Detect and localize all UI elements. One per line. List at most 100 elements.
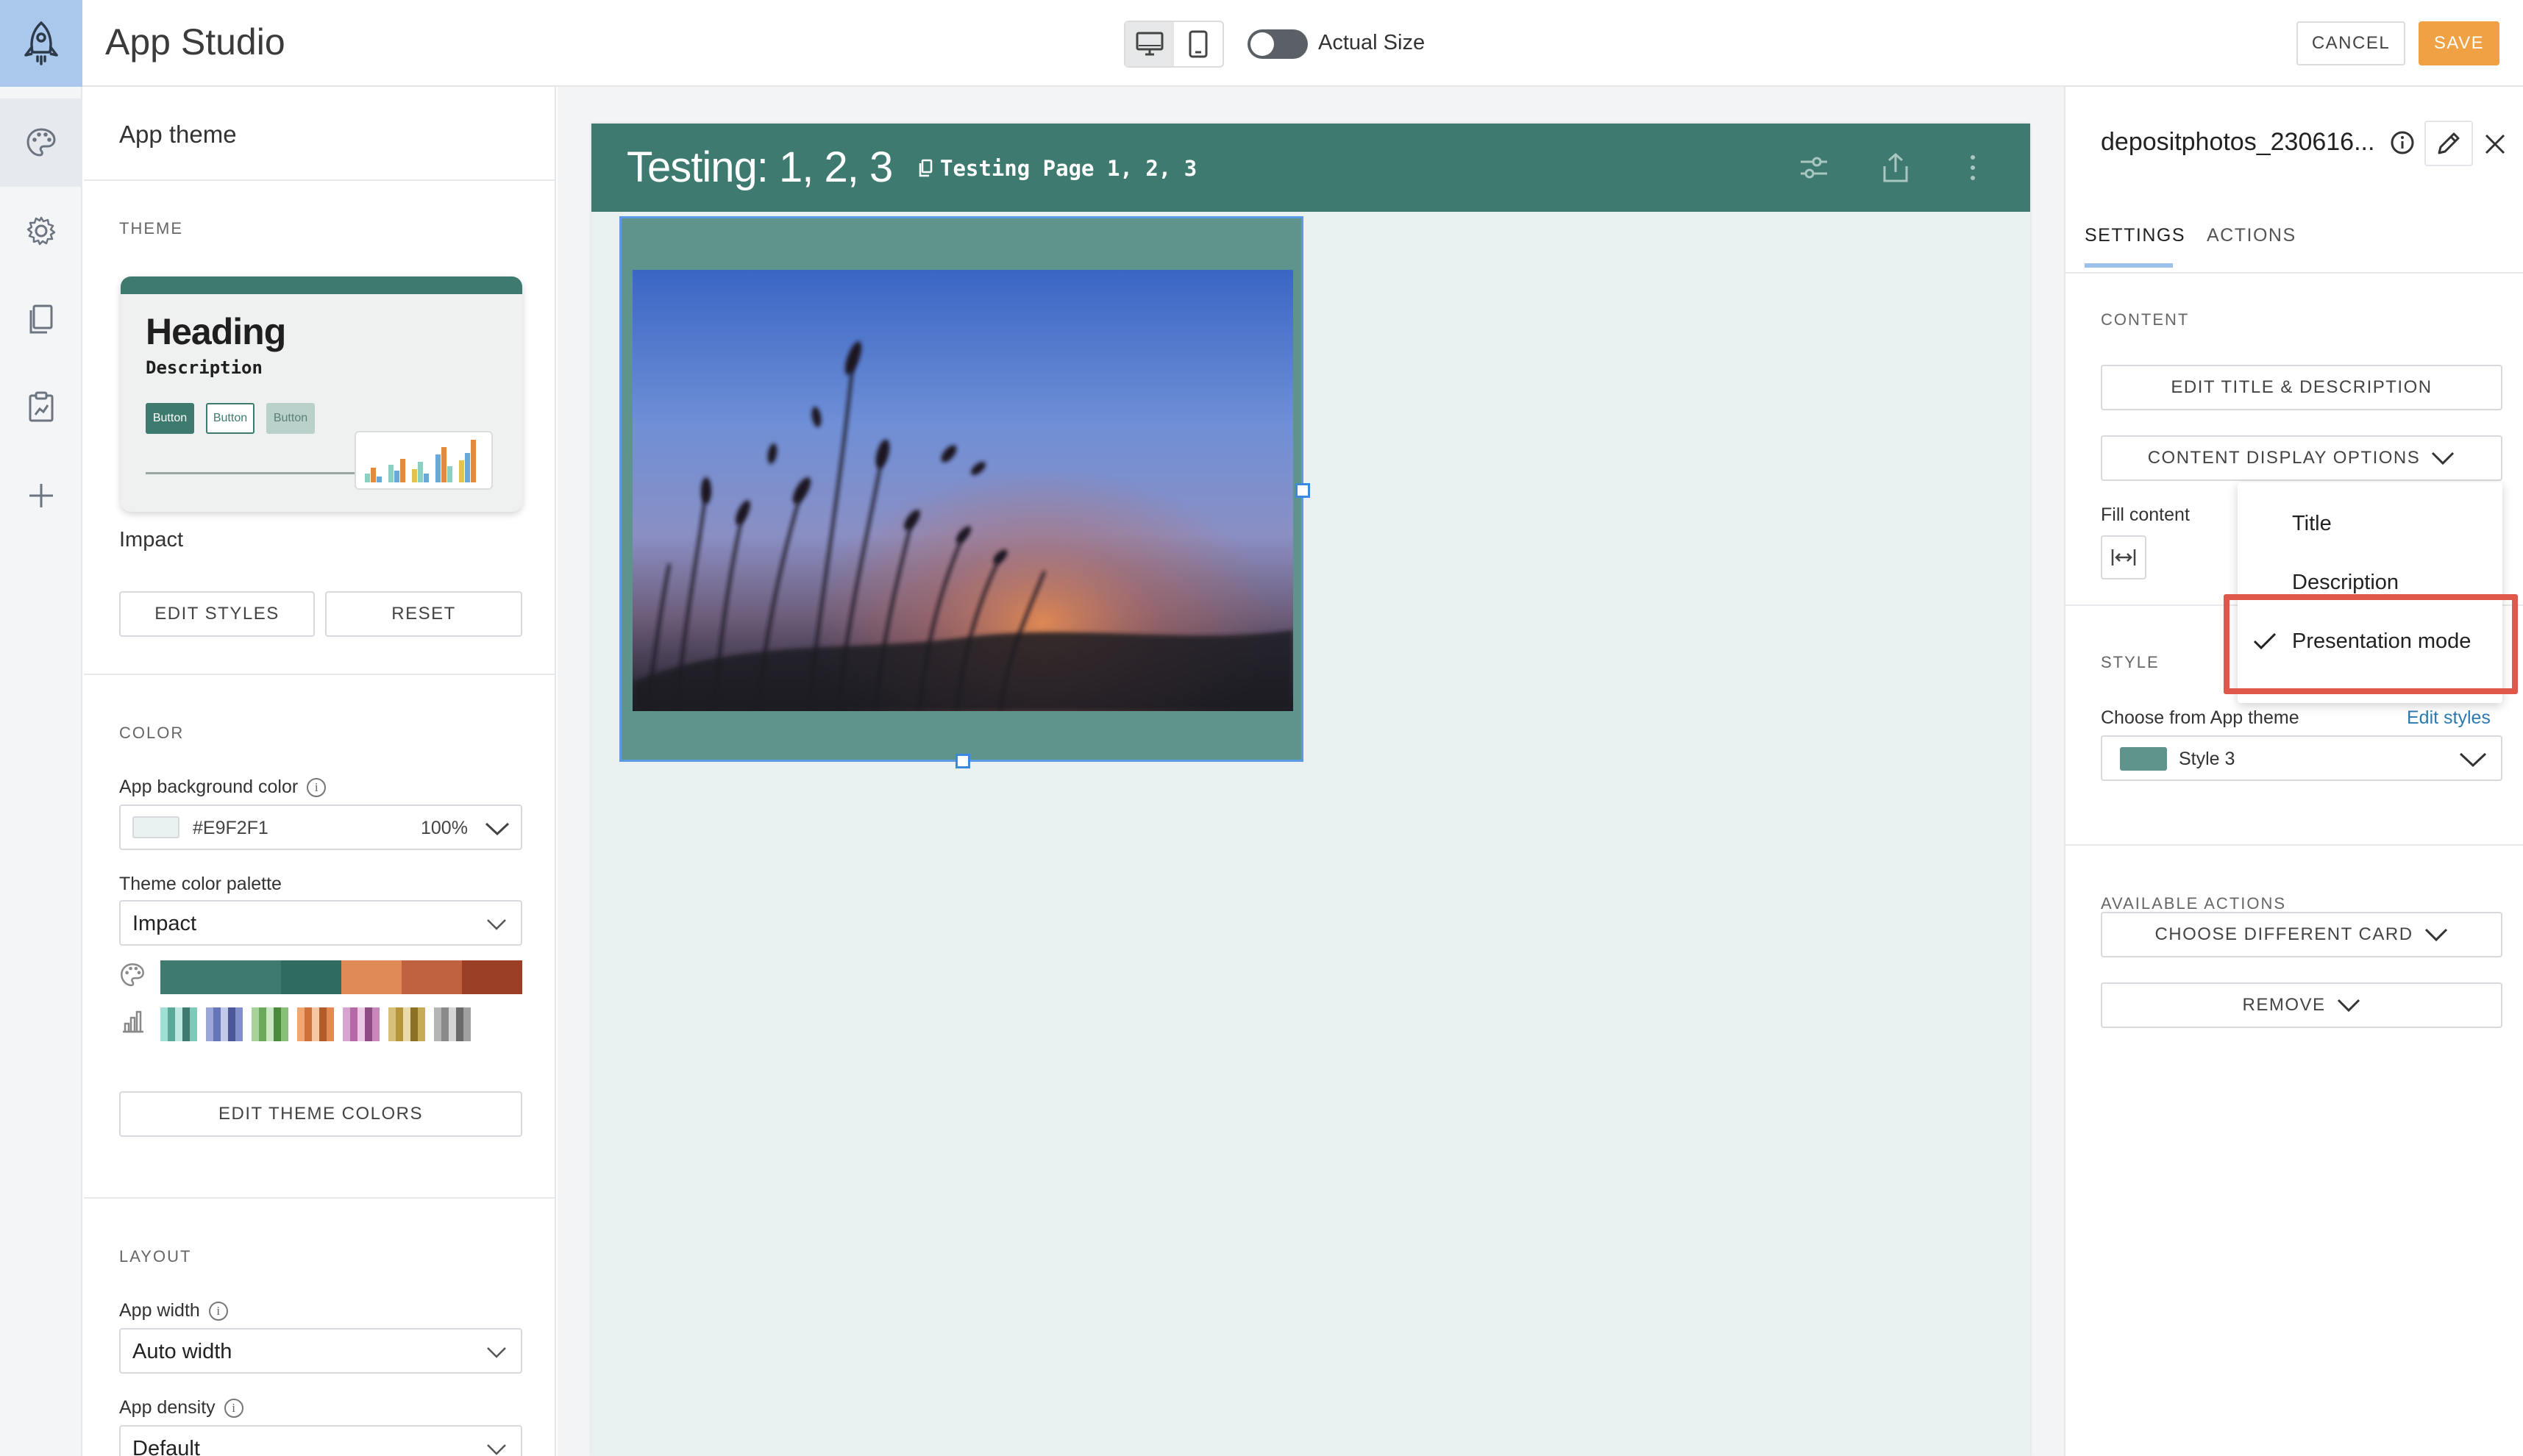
rail-item-pages[interactable]: [0, 275, 82, 363]
image-card[interactable]: [619, 216, 1310, 768]
color-swatch[interactable]: [462, 960, 522, 994]
copy-icon: [919, 159, 933, 177]
clipboard-chart-icon: [29, 391, 54, 422]
tab-actions[interactable]: ACTIONS: [2207, 225, 2296, 246]
info-icon[interactable]: i: [208, 1302, 228, 1321]
actual-size-toggle[interactable]: [1248, 29, 1308, 59]
resize-handle-right[interactable]: [1295, 483, 1310, 498]
close-icon: [2485, 134, 2505, 154]
edit-title-button[interactable]: [2424, 121, 2473, 166]
content-display-options-button[interactable]: CONTENT DISPLAY OPTIONS: [2101, 435, 2502, 481]
highlight-annotation: [2224, 594, 2518, 694]
color-swatch[interactable]: [341, 960, 402, 994]
rail-item-reports[interactable]: [0, 363, 82, 452]
theme-preview-description: Description: [146, 357, 263, 378]
app-width-select[interactable]: Auto width: [119, 1328, 522, 1374]
edit-title-description-button[interactable]: EDIT TITLE & DESCRIPTION: [2101, 365, 2502, 410]
palette-select[interactable]: Impact: [119, 900, 522, 946]
remove-button[interactable]: REMOVE: [2101, 982, 2502, 1028]
theme-preview-button-outline: Button: [206, 403, 255, 434]
divider: [84, 1197, 555, 1199]
color-swatch[interactable]: [221, 960, 281, 994]
bg-color-value: #E9F2F1: [193, 818, 268, 838]
choose-different-card-button[interactable]: CHOOSE DIFFERENT CARD: [2101, 912, 2502, 957]
page-subtitle[interactable]: Testing Page 1, 2, 3: [918, 156, 1197, 181]
divider: [84, 674, 555, 675]
reset-button[interactable]: RESET: [325, 591, 522, 637]
chevron-down-icon: [2459, 752, 2487, 768]
app-density-select[interactable]: Default: [119, 1425, 522, 1456]
rail-item-theme[interactable]: [0, 99, 82, 187]
theme-section-label: THEME: [119, 219, 183, 238]
theme-name: Impact: [119, 528, 184, 552]
edit-styles-button[interactable]: EDIT STYLES: [119, 591, 315, 637]
card-title: depositphotos_230616...: [2101, 128, 2375, 156]
chevron-down-icon: [2432, 452, 2455, 465]
theme-preview-card[interactable]: Heading Description Button Button Button: [121, 276, 522, 512]
mobile-icon: [1189, 30, 1208, 58]
more-vertical-icon[interactable]: [1965, 151, 1980, 184]
app-width-label-text: App width: [119, 1300, 200, 1321]
remove-label: REMOVE: [2242, 995, 2326, 1015]
bg-color-label: App background color i: [119, 777, 327, 798]
theme-color-swatches[interactable]: [160, 960, 522, 994]
filter-sliders-icon[interactable]: [1798, 151, 1830, 184]
app-density-value: Default: [132, 1437, 200, 1456]
rail-item-add[interactable]: [0, 452, 82, 540]
tab-settings[interactable]: SETTINGS: [2085, 225, 2185, 246]
theme-preview-line: [146, 472, 359, 474]
app-root: App Studio Actual Size CANCEL SAVE App t…: [0, 0, 2523, 1456]
app-width-value: Auto width: [132, 1340, 232, 1363]
save-button[interactable]: SAVE: [2419, 21, 2499, 65]
rail-item-settings[interactable]: [0, 187, 82, 275]
desktop-icon: [1136, 32, 1164, 56]
color-swatch[interactable]: [281, 960, 341, 994]
theme-preview-header: [121, 276, 522, 294]
theme-panel-title: App theme: [119, 121, 237, 148]
theme-panel: App theme THEME Heading Description Butt…: [84, 87, 556, 1456]
edit-styles-link[interactable]: Edit styles: [2407, 707, 2491, 729]
divider: [2065, 272, 2523, 274]
chevron-down-icon: [485, 822, 510, 836]
color-swatch[interactable]: [402, 960, 462, 994]
pages-icon: [29, 304, 53, 334]
app-title: App Studio: [105, 21, 285, 63]
fill-content-button[interactable]: [2101, 535, 2146, 579]
page-subtitle-text: Testing Page 1, 2, 3: [940, 156, 1198, 181]
grass-sunset-photo: [633, 270, 1293, 711]
cancel-button[interactable]: CANCEL: [2296, 21, 2405, 65]
left-rail: [0, 87, 82, 1456]
bg-color-field[interactable]: #E9F2F1 100%: [119, 804, 522, 850]
desktop-view-button[interactable]: [1125, 22, 1174, 66]
fit-width-icon: [2111, 549, 2136, 565]
divider: [2065, 844, 2523, 846]
chart-color-swatches[interactable]: [160, 1007, 522, 1041]
share-icon[interactable]: [1880, 151, 1911, 184]
resize-handle-bottom[interactable]: [956, 754, 970, 768]
info-icon[interactable]: i: [224, 1399, 243, 1418]
chevron-down-icon: [487, 919, 506, 930]
app-page: Testing: 1, 2, 3 Testing Page 1, 2, 3: [591, 124, 2030, 1456]
content-display-options-label: CONTENT DISPLAY OPTIONS: [2147, 448, 2421, 468]
bg-opacity-value: 100%: [421, 818, 468, 838]
app-density-label-text: App density: [119, 1397, 216, 1418]
color-swatch[interactable]: [160, 960, 221, 994]
app-density-label: App density i: [119, 1397, 243, 1418]
active-tab-indicator: [2085, 263, 2173, 268]
edit-theme-colors-button[interactable]: EDIT THEME COLORS: [119, 1091, 522, 1137]
info-icon[interactable]: i: [307, 778, 327, 798]
page-header: Testing: 1, 2, 3 Testing Page 1, 2, 3: [591, 124, 2030, 212]
style-select[interactable]: Style 3: [2101, 735, 2502, 781]
page-title[interactable]: Testing: 1, 2, 3: [627, 143, 893, 192]
close-button[interactable]: [2480, 129, 2510, 159]
palette-icon: [121, 963, 144, 987]
dropdown-item-description[interactable]: Description: [2292, 571, 2399, 595]
chevron-down-icon: [2424, 928, 2447, 942]
pencil-icon: [2438, 132, 2460, 154]
rocket-logo-icon[interactable]: [0, 0, 82, 87]
dropdown-item-title[interactable]: Title: [2292, 512, 2332, 536]
info-icon[interactable]: [2389, 129, 2416, 156]
chevron-down-icon: [487, 1347, 506, 1358]
chevron-down-icon: [2337, 999, 2360, 1013]
mobile-view-button[interactable]: [1174, 22, 1223, 66]
